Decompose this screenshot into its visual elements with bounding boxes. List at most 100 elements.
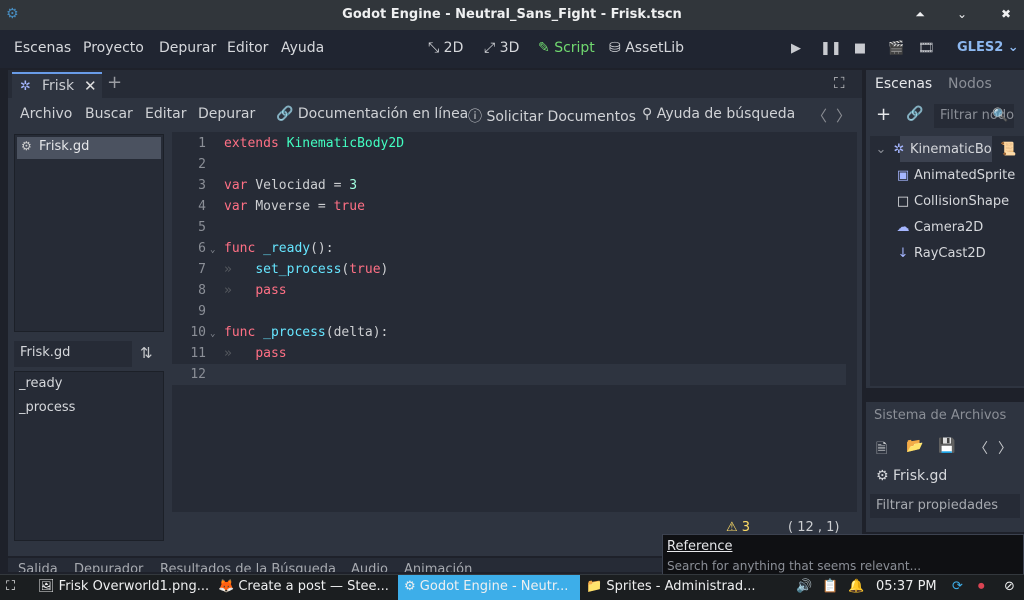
online-docs-link[interactable]: 🔗 Documentación en línea <box>276 106 468 122</box>
warning-count: 3 <box>741 520 751 535</box>
volume-icon[interactable]: 🔊 <box>796 579 812 594</box>
block-icon[interactable]: ⊘ <box>1004 579 1015 594</box>
taskbar-item-files[interactable]: 📁 Sprites - Administrad... <box>586 579 756 594</box>
taskbar-item-label: Create a post — Stee... <box>238 579 389 594</box>
code-keyword: var <box>224 178 248 193</box>
workspace-script-label: Script <box>554 40 595 56</box>
update-icon[interactable]: ⟳ <box>952 579 963 594</box>
play-custom-scene-icon[interactable]: 🎞 <box>918 41 935 57</box>
filesystem-file[interactable]: ⚙ Frisk.gd <box>876 468 947 484</box>
method-item[interactable]: _process <box>19 400 75 415</box>
method-filter-input[interactable]: Frisk.gd <box>14 341 132 367</box>
tree-node-root[interactable]: ⌄ ✲ KinematicBo <box>874 142 992 157</box>
firefox-icon: 🦊 <box>218 579 235 594</box>
new-file-icon[interactable]: 🗎 <box>876 438 887 462</box>
tab-marker-icon: » <box>224 283 256 298</box>
back-icon[interactable]: 〈 <box>974 438 988 458</box>
pause-icon[interactable]: ❚❚ <box>820 41 842 57</box>
tree-node-camera2d[interactable]: ☁ Camera2D <box>896 220 984 235</box>
tab-animacion[interactable]: Animación <box>404 562 472 572</box>
taskbar-item-label: Frisk Overworld1.png... <box>58 579 210 594</box>
menu-proyecto[interactable]: Proyecto <box>83 40 144 56</box>
stop-icon[interactable]: ■ <box>852 41 868 57</box>
tree-node-label: Camera2D <box>914 220 984 235</box>
menu-editor[interactable]: Editor <box>227 40 268 56</box>
history-forward-icon[interactable]: 〉 <box>836 105 851 126</box>
fold-arrow-icon[interactable]: ⌄ <box>210 245 215 255</box>
tab-marker-icon: » <box>224 346 256 361</box>
code-text: (): <box>310 241 334 256</box>
workspace-3d-button[interactable]: ⤢ 3D <box>484 40 519 56</box>
keep-above-icon[interactable]: ⏶ <box>911 5 929 23</box>
code-editor[interactable]: 1 2 3 4 5 6 7 8 9 10 11 12 ⌄ ⌄ extends K… <box>172 132 857 512</box>
code-function: _process <box>263 325 326 340</box>
tab-salida[interactable]: Salida <box>18 562 58 572</box>
menu-buscar[interactable]: Buscar <box>85 106 133 122</box>
renderer-selector[interactable]: GLES2 ⌄ <box>957 40 1019 55</box>
open-folder-icon[interactable]: 📂 <box>906 438 923 454</box>
warning-indicator[interactable]: ⚠ 3 <box>726 520 750 535</box>
minimize-icon[interactable]: ⌄ <box>953 5 971 23</box>
kinematic-body-icon: ✲ <box>20 79 31 94</box>
close-window-icon[interactable]: ✖ <box>997 5 1015 23</box>
method-item[interactable]: _ready <box>19 376 62 391</box>
menu-editar[interactable]: Editar <box>145 106 186 122</box>
taskbar-item-godot[interactable]: ⚙ Godot Engine - Neutr... <box>404 579 568 594</box>
window-title: Godot Engine - Neutral_Sans_Fight - Fris… <box>342 7 682 22</box>
save-icon[interactable]: 💾 <box>938 438 955 454</box>
scene-tab-frisk[interactable]: ✲ Frisk ✕ <box>12 72 102 98</box>
menu-archivo[interactable]: Archivo <box>20 106 72 122</box>
line-number: 12 <box>190 367 206 382</box>
record-icon[interactable]: ⏺ <box>978 579 985 594</box>
gear-icon: ⚙ <box>21 139 32 153</box>
tree-node-animatedsprite[interactable]: ▣ AnimatedSprite <box>896 168 1015 183</box>
property-filter-input[interactable]: Filtrar propiedades <box>870 494 1020 518</box>
menu-script-depurar[interactable]: Depurar <box>198 106 255 122</box>
code-text: Moverse = <box>255 199 334 214</box>
add-tab-icon[interactable]: + <box>107 72 122 93</box>
tab-escenas[interactable]: Escenas <box>875 76 932 92</box>
search-help-link[interactable]: ⚲ Ayuda de búsqueda <box>642 106 795 122</box>
play-icon[interactable]: ▶ <box>788 41 804 57</box>
script-attached-icon[interactable]: 📜 <box>1000 142 1016 157</box>
add-node-icon[interactable]: + <box>876 104 891 125</box>
tab-audio[interactable]: Audio <box>351 562 388 572</box>
play-scene-icon[interactable]: 🎬 <box>888 41 904 57</box>
taskbar-item-image[interactable]: 🖼 Frisk Overworld1.png... <box>38 579 209 594</box>
menu-ayuda[interactable]: Ayuda <box>281 40 324 56</box>
sort-icon[interactable]: ⇅ <box>140 344 153 362</box>
script-list: ⚙ Frisk.gd <box>14 134 164 332</box>
code-keyword: func <box>224 241 256 256</box>
link-icon[interactable]: 🔗 <box>906 106 923 122</box>
code-keyword: func <box>224 325 256 340</box>
fold-arrow-icon[interactable]: ⌄ <box>210 329 215 339</box>
script-editor-menu: Archivo Buscar Editar Depurar 🔗 Document… <box>8 98 862 132</box>
forward-icon[interactable]: 〉 <box>998 438 1012 458</box>
show-desktop-icon[interactable]: ⛶ <box>6 579 15 594</box>
workspace-assetlib-button[interactable]: ⛁ AssetLib <box>609 40 684 56</box>
raycast-arrow-icon: ↓ <box>897 246 909 261</box>
menu-depurar[interactable]: Depurar <box>159 40 216 56</box>
workspace-2d-button[interactable]: ⤡ 2D <box>428 40 463 56</box>
tree-node-raycast2d[interactable]: ↓ RayCast2D <box>896 246 986 261</box>
taskbar-item-firefox[interactable]: 🦊 Create a post — Stee... <box>218 579 389 594</box>
distraction-free-icon[interactable]: ⛶ <box>834 74 845 92</box>
workspace-script-button[interactable]: ✎ Script <box>538 40 595 56</box>
tree-node-collisionshape[interactable]: □ CollisionShape <box>896 194 1009 209</box>
clipboard-icon[interactable]: 📋 <box>822 579 838 594</box>
filesystem-header: Sistema de Archivos <box>874 408 1007 423</box>
tab-depurador[interactable]: Depurador <box>74 562 143 572</box>
close-tab-icon[interactable]: ✕ <box>84 77 97 95</box>
code-line-6: func _ready(): <box>224 241 334 256</box>
request-docs-link[interactable]: ⓘ Solicitar Documentos <box>468 106 636 126</box>
filesystem-file-label: Frisk.gd <box>893 468 948 484</box>
notifications-icon[interactable]: 🔔 <box>848 579 864 594</box>
history-back-icon[interactable]: 〈 <box>812 105 827 126</box>
cursor-position: ( 12 , 1) <box>788 520 840 535</box>
script-list-item[interactable]: ⚙ Frisk.gd <box>17 137 161 159</box>
tab-resultados[interactable]: Resultados de la Búsqueda <box>160 562 336 572</box>
taskbar-item-label: Godot Engine - Neutr... <box>419 579 569 594</box>
menu-escenas[interactable]: Escenas <box>14 40 71 56</box>
tab-nodos[interactable]: Nodos <box>948 76 992 92</box>
clock[interactable]: 05:37 PM <box>876 579 937 594</box>
